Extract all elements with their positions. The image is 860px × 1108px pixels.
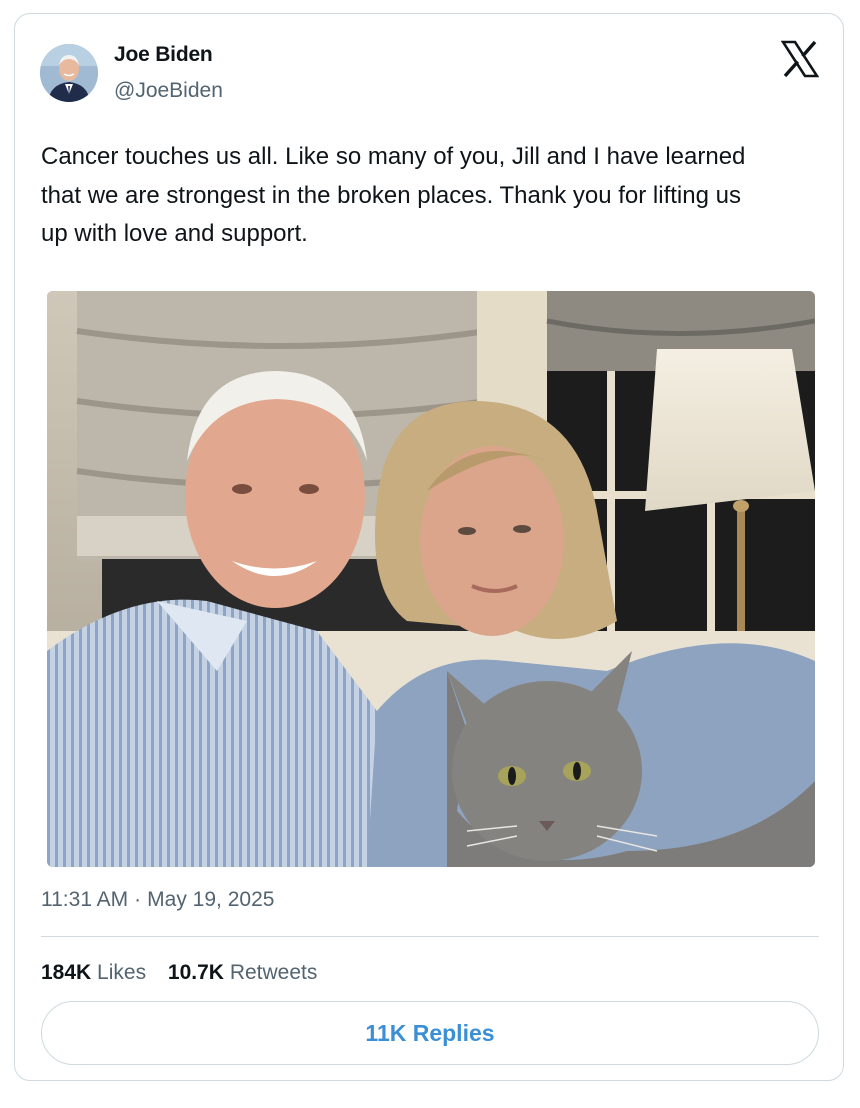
replies-button[interactable]: 11K Replies [41,1001,819,1065]
engagement-stats: 184K Likes 10.7K Retweets [41,961,333,985]
author-handle[interactable]: @JoeBiden [114,79,223,103]
avatar[interactable] [40,44,98,102]
likes-label: Likes [97,961,147,984]
retweets-label: Retweets [229,961,318,984]
tweet-card: Joe Biden @JoeBiden Cancer touches us al… [14,13,844,1081]
tweet-time: 11:31 AM [41,888,129,911]
avatar-photo [40,44,98,102]
selfie-photo [47,291,815,867]
likes-stat[interactable]: 184K Likes [41,961,146,984]
tweet-text-line: that we are strongest in the broken plac… [41,181,741,209]
retweets-stat[interactable]: 10.7K Retweets [168,961,317,984]
likes-count: 184K [41,961,92,984]
meta-separator: · [134,888,142,911]
tweet-photo[interactable] [47,291,815,867]
tweet-text: Cancer touches us all. Like so many of y… [41,138,821,254]
divider [41,936,819,937]
tweet-timestamp[interactable]: 11:31 AM · May 19, 2025 [41,888,274,912]
tweet-date: May 19, 2025 [147,888,275,911]
retweets-count: 10.7K [167,961,224,984]
x-logo-icon[interactable] [780,40,820,78]
author-name[interactable]: Joe Biden [114,43,213,67]
tweet-text-line: up with love and support. [41,220,308,247]
tweet-text-line: Cancer touches us all. Like so many of y… [41,143,746,170]
